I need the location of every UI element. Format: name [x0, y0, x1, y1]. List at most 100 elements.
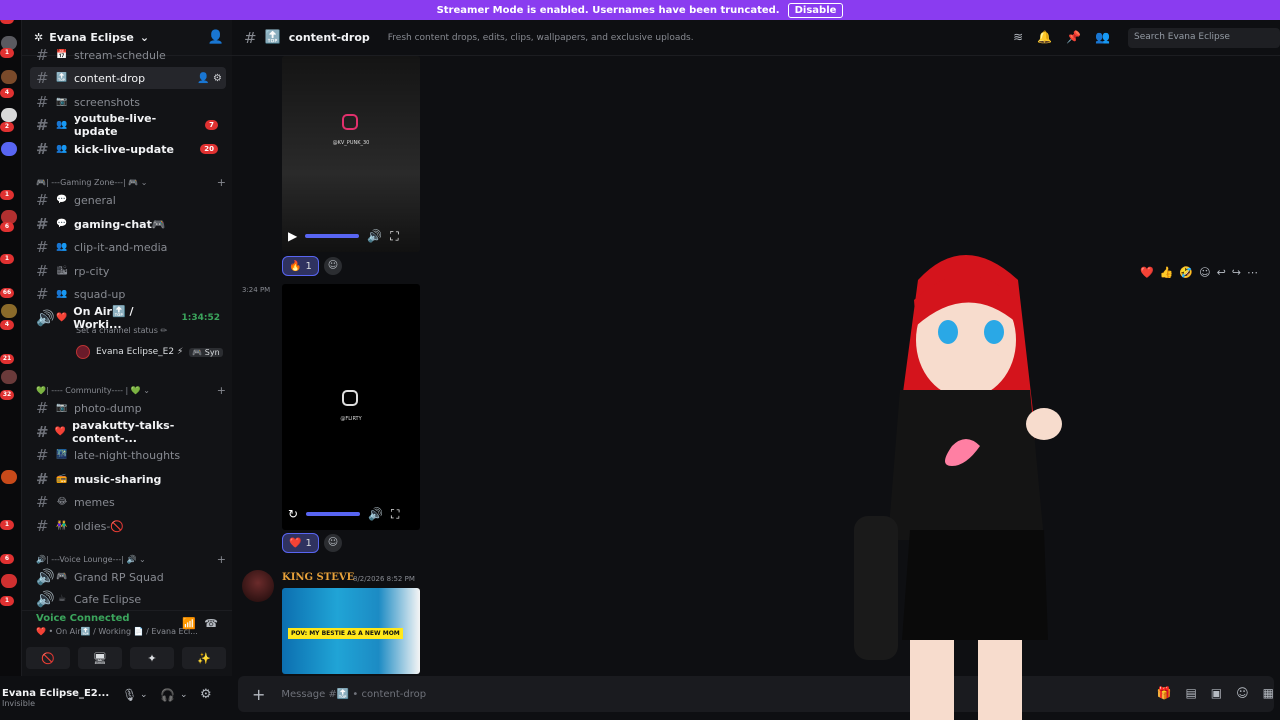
server-name: Evana Eclipse — [49, 31, 134, 44]
channel-kick-live-update[interactable]: # 👥 kick-live-update 20 — [30, 138, 226, 160]
voice-channel-cafe-eclipse[interactable]: 🔊 ☕ Cafe Eclipse — [30, 590, 226, 608]
server-icon[interactable] — [1, 470, 17, 484]
channel-youtube-live-update[interactable]: # 👥 youtube-live-update 7 — [30, 112, 226, 138]
add-channel-icon[interactable]: + — [217, 176, 226, 189]
server-icon[interactable] — [1, 574, 17, 588]
set-channel-status[interactable]: Set a channel status ✏ — [76, 326, 167, 335]
server-icon[interactable] — [1, 304, 17, 318]
video-caption: @FLIRTY — [340, 416, 362, 422]
volume-icon[interactable]: 🔊 — [368, 507, 383, 521]
soundboard-icon[interactable]: ✨ — [182, 647, 226, 669]
members-icon[interactable]: 👥 — [1095, 30, 1110, 44]
channel-stream-schedule[interactable]: # 📅 stream-schedule — [30, 48, 226, 62]
gift-icon[interactable]: 🎁 — [1157, 686, 1172, 700]
laugh-react-icon[interactable]: 🤣 — [1179, 266, 1193, 279]
reply-icon[interactable]: ↩ — [1217, 266, 1226, 279]
video-attachment[interactable]: @KV_PUNK_30 ▶ 🔊 ⛶ — [282, 56, 420, 252]
progress-bar[interactable] — [305, 234, 360, 238]
apps-icon[interactable]: ▦ — [1263, 686, 1274, 700]
screen-share-icon[interactable]: 🖥 — [78, 647, 122, 669]
reaction-heart[interactable]: ❤️ 1 — [282, 533, 319, 553]
channel-oldies[interactable]: # 👫 oldies-🚫 — [30, 515, 226, 537]
more-icon[interactable]: ⋯ — [1247, 266, 1258, 279]
headphones-icon[interactable]: 🎧 — [160, 688, 175, 702]
add-reaction-icon[interactable]: ☺ — [324, 257, 342, 275]
channel-content-drop[interactable]: # 🔝 content-drop 👤 ⚙ — [30, 67, 226, 89]
heart-react-icon[interactable]: ❤️ — [1140, 266, 1154, 279]
channel-rp-city[interactable]: # 🏙 rp-city — [30, 260, 226, 282]
channel-label: squad-up — [74, 287, 126, 301]
channel-pavakutty-talks[interactable]: # ❤️ pavakutty-talks-content-... — [30, 419, 226, 445]
emoji-icon[interactable]: ☺ — [1236, 686, 1249, 700]
threads-icon[interactable]: ≋ — [1013, 30, 1023, 44]
signal-icon[interactable]: 📶 — [182, 617, 196, 630]
gear-icon[interactable]: ⚙ — [200, 687, 212, 702]
message-input[interactable]: Message #🔝 • content-drop — [281, 689, 426, 700]
channel-memes[interactable]: # 😂 memes — [30, 491, 226, 513]
fullscreen-icon[interactable]: ⛶ — [391, 507, 399, 522]
pin-icon[interactable]: 📌 — [1066, 30, 1081, 44]
rail-badge: 4 — [0, 320, 14, 330]
gif-icon[interactable]: ▤ — [1185, 686, 1196, 700]
sticker-icon[interactable]: ▣ — [1211, 686, 1222, 700]
play-icon[interactable]: ▶ — [288, 229, 297, 243]
forward-icon[interactable]: ↪ — [1232, 266, 1241, 279]
channel-label: Cafe Eclipse — [74, 592, 142, 606]
channel-emoji: 📻 — [56, 474, 68, 484]
chevron-down-icon[interactable]: ⌄ — [140, 690, 148, 700]
channel-emoji: 👥 — [56, 144, 68, 154]
voice-member[interactable]: Evana Eclipse_E2 ⚡ 🎮 Syn — [76, 345, 223, 359]
avatar[interactable] — [242, 570, 274, 602]
video-attachment[interactable]: @FLIRTY ↻ 🔊 ⛶ — [282, 284, 420, 530]
invite-member-icon[interactable]: 👤 — [208, 30, 224, 45]
add-channel-icon[interactable]: + — [217, 384, 226, 397]
channel-label: screenshots — [74, 95, 141, 109]
channel-squad-up[interactable]: # 👥 squad-up — [30, 283, 226, 305]
server-icon[interactable] — [1, 142, 17, 156]
channel-late-night-thoughts[interactable]: # 🌃 late-night-thoughts — [30, 444, 226, 466]
image-attachment[interactable]: POV: MY BESTIE AS A NEW MOM — [282, 588, 420, 674]
channel-emoji: 👥 — [56, 242, 68, 252]
server-icon[interactable] — [1, 70, 17, 84]
disable-streamer-mode-button[interactable]: Disable — [787, 2, 844, 18]
category-gaming-zone[interactable]: 🎮| ---Gaming Zone---| 🎮 ⌄ + — [36, 176, 226, 189]
mic-icon[interactable]: 🎙 — [122, 688, 137, 702]
server-icon[interactable] — [1, 370, 17, 384]
add-channel-icon[interactable]: + — [217, 553, 226, 566]
voice-connected-title[interactable]: Voice Connected — [36, 613, 130, 624]
category-voice-lounge[interactable]: 🔊| ---Voice Lounge---| 🔊 ⌄ + — [36, 553, 226, 566]
hash-icon: # — [36, 140, 49, 158]
channel-photo-dump[interactable]: # 📷 photo-dump — [30, 397, 226, 419]
server-icon[interactable] — [1, 108, 17, 122]
channel-settings-icons[interactable]: 👤 ⚙ — [197, 73, 222, 84]
channel-label: late-night-thoughts — [74, 448, 181, 462]
search-input[interactable]: Search Evana Eclipse — [1128, 28, 1280, 48]
reaction-fire[interactable]: 🔥 1 — [282, 256, 319, 276]
add-reaction-icon[interactable]: ☺ — [324, 534, 342, 552]
user-info[interactable]: Evana Eclipse_E2... Invisible — [2, 688, 109, 708]
channel-clip-it-and-media[interactable]: # 👥 clip-it-and-media — [30, 236, 226, 258]
channel-emoji: 📷 — [56, 97, 68, 107]
channel-topic[interactable]: Fresh content drops, edits, clips, wallp… — [388, 33, 694, 43]
channel-screenshots[interactable]: # 📷 screenshots — [30, 91, 226, 113]
fullscreen-icon[interactable]: ⛶ — [390, 229, 398, 244]
chevron-down-icon[interactable]: ⌄ — [180, 690, 188, 700]
channel-emoji: ☕ — [57, 594, 67, 604]
camera-off-icon[interactable]: 🚫 — [26, 647, 70, 669]
channel-gaming-chat[interactable]: # 💬 gaming-chat🎮 — [30, 213, 226, 235]
add-reaction-icon[interactable]: ☺ — [1199, 266, 1210, 279]
channel-general[interactable]: # 💬 general — [30, 189, 226, 211]
bell-icon[interactable]: 🔔 — [1037, 30, 1052, 44]
progress-bar[interactable] — [306, 512, 361, 516]
channel-music-sharing[interactable]: # 📻 music-sharing — [30, 468, 226, 490]
add-attachment-icon[interactable]: + — [252, 685, 265, 704]
voice-connected-channel[interactable]: ❤️ • On Air🔝 / Working 📄 / Evana Ecl... — [36, 627, 198, 636]
thumbs-up-icon[interactable]: 👍 — [1160, 266, 1174, 279]
category-community[interactable]: 💚| ---- Community---- | 💚 ⌄ + — [36, 384, 226, 397]
disconnect-icon[interactable]: ☎ — [204, 617, 218, 630]
message-author[interactable]: KING STEVE — [282, 572, 354, 583]
volume-icon[interactable]: 🔊 — [367, 229, 382, 243]
activities-icon[interactable]: ✦ — [130, 647, 174, 669]
voice-channel-grand-rp-squad[interactable]: 🔊 🎮 Grand RP Squad — [30, 566, 226, 588]
replay-icon[interactable]: ↻ — [288, 507, 298, 521]
